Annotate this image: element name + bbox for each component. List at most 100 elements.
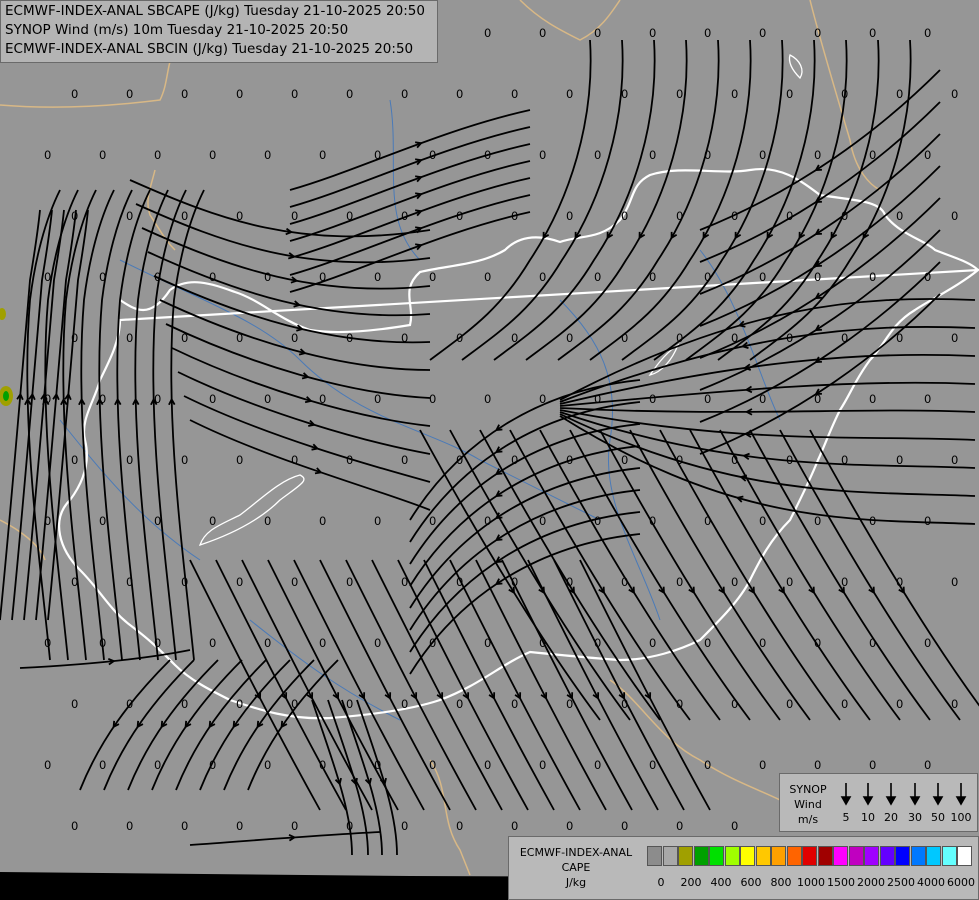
cin-value-label: 0 (154, 148, 161, 162)
cin-value-label: 0 (236, 209, 243, 223)
cin-value-label: 0 (896, 209, 903, 223)
cape-legend-unit: J/kg (565, 876, 587, 889)
cin-value-label: 0 (429, 758, 436, 772)
cin-value-label: 0 (704, 514, 711, 528)
cape-swatch (802, 846, 817, 866)
cin-value-label: 0 (181, 209, 188, 223)
cin-value-label: 0 (319, 392, 326, 406)
map-title-box: ECMWF-INDEX-ANAL SBCAPE (J/kg) Tuesday 2… (0, 0, 438, 63)
arrow-icon (885, 783, 897, 806)
cin-value-label: 0 (456, 209, 463, 223)
cin-value-label: 0 (621, 697, 628, 711)
cin-value-label: 0 (401, 209, 408, 223)
cin-value-label: 0 (126, 575, 133, 589)
cape-swatch (786, 846, 802, 866)
cin-value-label: 0 (71, 209, 78, 223)
cin-value-label: 0 (676, 331, 683, 345)
arrow-icon (909, 783, 921, 806)
cin-value-label: 0 (704, 26, 711, 40)
cin-value-label: 0 (319, 758, 326, 772)
cin-value-label: 0 (126, 453, 133, 467)
cin-value-label: 0 (841, 453, 848, 467)
cin-value-label: 0 (621, 819, 628, 833)
cin-value-label: 0 (786, 209, 793, 223)
cin-value-label: 0 (319, 270, 326, 284)
cin-value-label: 0 (759, 392, 766, 406)
cin-value-label: 0 (566, 209, 573, 223)
cape-tick-label: 400 (710, 876, 732, 889)
title-synop: SYNOP Wind (m/s) 10m Tuesday 21-10-2025 … (5, 22, 349, 38)
cape-swatch (864, 846, 879, 866)
cin-value-label: 0 (759, 270, 766, 284)
cin-value-label: 0 (181, 819, 188, 833)
cin-value-label: 0 (566, 819, 573, 833)
cin-value-label: 0 (346, 331, 353, 345)
cape-swatch (895, 846, 910, 866)
title-cape: ECMWF-INDEX-ANAL SBCAPE (J/kg) Tuesday 2… (5, 3, 425, 19)
cape-swatch (817, 846, 833, 866)
cin-value-label: 0 (841, 697, 848, 711)
cape-tick-label: 2500 (887, 876, 915, 889)
cin-value-label: 0 (539, 636, 546, 650)
cin-value-label: 0 (511, 331, 518, 345)
cin-value-label: 0 (566, 331, 573, 345)
cin-value-label: 0 (649, 514, 656, 528)
cape-swatch (662, 846, 678, 866)
cin-value-label: 0 (44, 270, 51, 284)
cin-value-label: 0 (649, 392, 656, 406)
cin-value-label: 0 (649, 26, 656, 40)
cin-value-label: 0 (924, 758, 931, 772)
cin-value-label: 0 (759, 26, 766, 40)
cin-value-label: 0 (786, 331, 793, 345)
cape-legend-title: ECMWF-INDEX-ANAL (519, 846, 633, 859)
cin-value-label: 0 (181, 331, 188, 345)
cin-value-label: 0 (181, 87, 188, 101)
cin-value-label: 0 (841, 87, 848, 101)
arrow-icon (840, 783, 852, 806)
cape-legend-subtitle: CAPE (561, 861, 591, 874)
cape-tick-label: 200 (680, 876, 702, 889)
cin-value-label: 0 (566, 453, 573, 467)
cin-value-label: 0 (401, 697, 408, 711)
cin-value-label: 0 (154, 392, 161, 406)
cin-value-label: 0 (456, 331, 463, 345)
cin-value-label: 0 (181, 575, 188, 589)
cin-value-label: 0 (731, 697, 738, 711)
cin-value-label: 0 (291, 819, 298, 833)
cin-value-label: 0 (429, 270, 436, 284)
cin-value-label: 0 (264, 270, 271, 284)
cape-tick-label: 4000 (917, 876, 945, 889)
cape-swatch (709, 846, 724, 866)
cin-value-label: 0 (236, 697, 243, 711)
cin-value-label: 0 (484, 26, 491, 40)
cin-value-label: 0 (209, 514, 216, 528)
cin-value-label: 0 (869, 392, 876, 406)
cin-value-label: 0 (374, 270, 381, 284)
cin-value-label: 0 (126, 209, 133, 223)
cin-value-label: 0 (71, 819, 78, 833)
cin-value-label: 0 (539, 758, 546, 772)
cin-value-label: 0 (594, 514, 601, 528)
cin-value-label: 0 (924, 392, 931, 406)
cin-value-label: 0 (429, 514, 436, 528)
cin-value-label: 0 (676, 87, 683, 101)
cin-value-label: 0 (841, 209, 848, 223)
cin-value-label: 0 (209, 758, 216, 772)
cin-value-label: 0 (401, 331, 408, 345)
cape-tick-label: 6000 (947, 876, 975, 889)
cin-value-label: 0 (429, 148, 436, 162)
cape-swatch (755, 846, 771, 866)
cin-value-label: 0 (621, 209, 628, 223)
cin-value-label: 0 (456, 575, 463, 589)
cin-value-label: 0 (511, 453, 518, 467)
cin-value-label: 0 (786, 697, 793, 711)
cin-value-label: 0 (841, 331, 848, 345)
cin-value-label: 0 (236, 575, 243, 589)
cin-value-label: 0 (539, 392, 546, 406)
cin-value-label: 0 (621, 453, 628, 467)
speed-label: 10 (861, 811, 875, 824)
cin-value-label: 0 (484, 514, 491, 528)
cin-value-label: 0 (346, 209, 353, 223)
cin-value-label: 0 (291, 697, 298, 711)
cin-value-label: 0 (951, 87, 958, 101)
